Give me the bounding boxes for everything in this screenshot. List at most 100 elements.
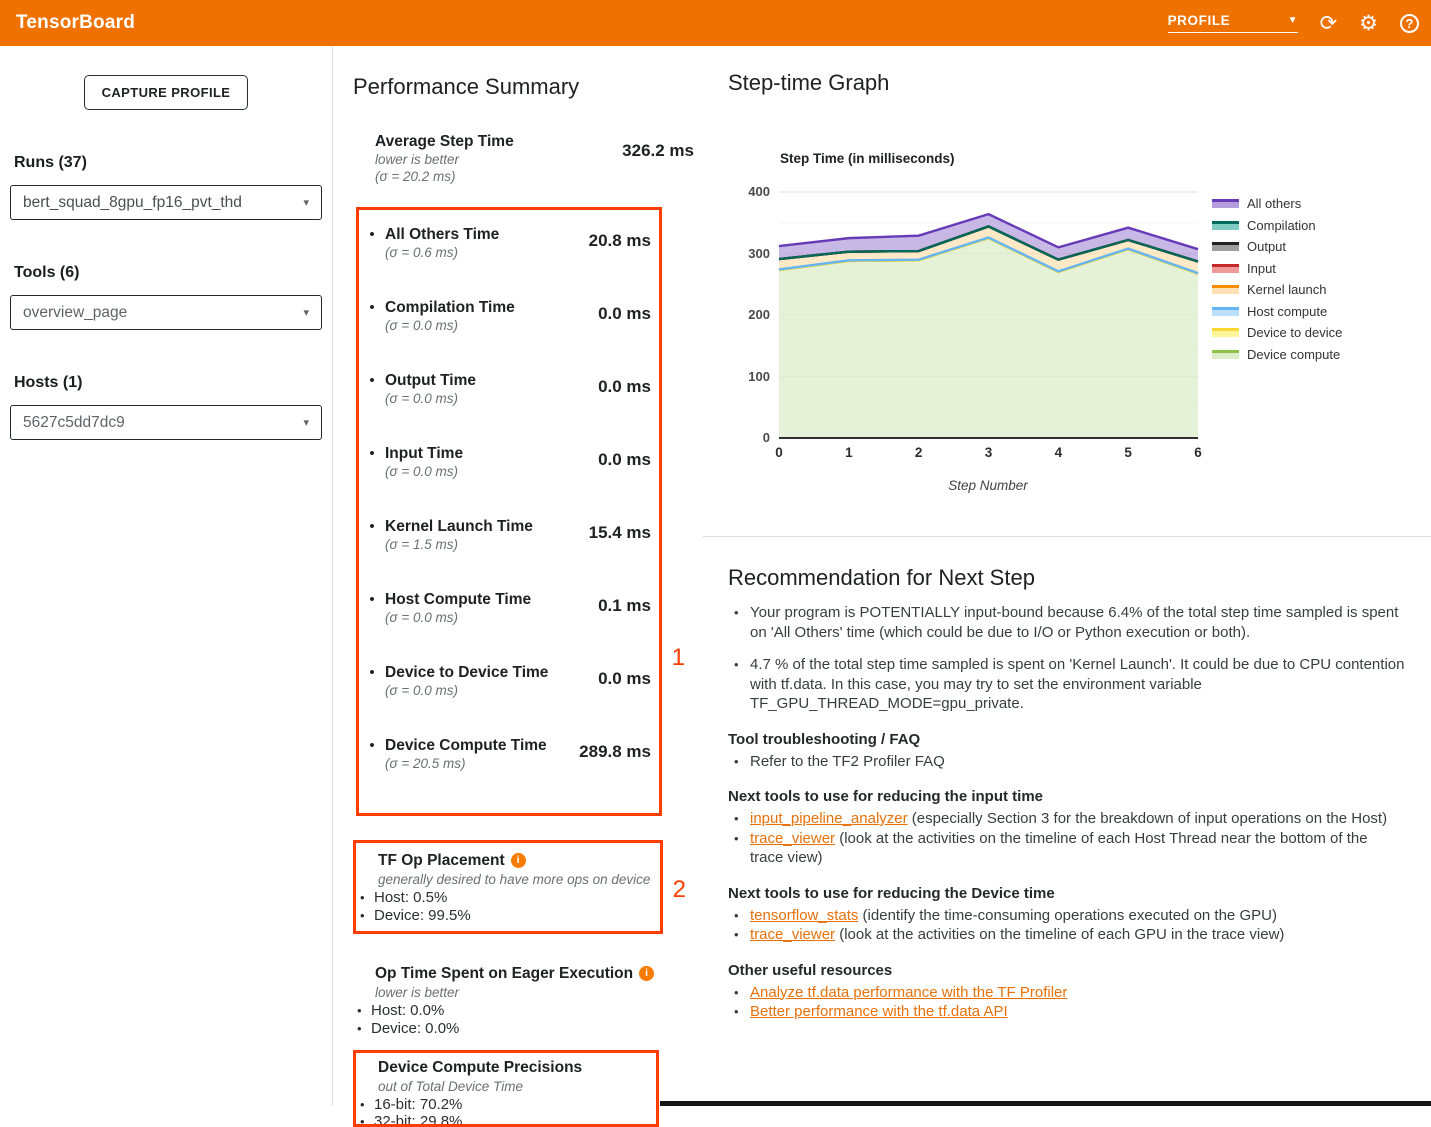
legend-item-kernel-launch: Kernel launch xyxy=(1212,279,1342,301)
step-time-graph-title: Step-time Graph xyxy=(728,70,889,96)
help-icon[interactable]: ? xyxy=(1400,14,1419,33)
rec-section-item: trace_viewer (look at the activities on … xyxy=(728,925,1405,945)
legend-label: Device to device xyxy=(1247,325,1342,340)
eager-title: Op Time Spent on Eager Executioni xyxy=(353,964,655,984)
perf-item-compilation: • Compilation Time (σ = 0.0 ms) 0.0 ms xyxy=(359,298,651,334)
precision-16bit: 16-bit: 70.2% xyxy=(356,1096,648,1113)
metric-sigma: (σ = 0.0 ms) xyxy=(385,317,556,334)
eager-subtitle: lower is better xyxy=(353,984,655,1001)
runs-label: Runs (37) xyxy=(10,154,322,172)
y-tick-label: 200 xyxy=(726,307,770,322)
tools-dropdown[interactable]: overview_page ▾ xyxy=(10,295,322,330)
rec-link-better-performance-with-the-tf-data-api[interactable]: Better performance with the tf.data API xyxy=(750,1003,1008,1020)
y-tick-label: 300 xyxy=(726,246,770,261)
metric-subtitle: lower is better xyxy=(375,151,599,168)
gear-icon[interactable]: ⚙ xyxy=(1359,13,1378,34)
tf-op-placement-host: Host: 0.5% xyxy=(356,889,652,907)
refresh-icon[interactable]: ⟳ xyxy=(1320,13,1338,34)
metric-sigma: (σ = 0.0 ms) xyxy=(385,609,556,626)
rec-section-item: Analyze tf.data performance with the TF … xyxy=(728,983,1405,1003)
info-icon[interactable]: i xyxy=(511,853,526,868)
rec-link-trace-viewer[interactable]: trace_viewer xyxy=(750,830,835,847)
legend-label: Kernel launch xyxy=(1247,282,1327,297)
legend-label: Output xyxy=(1247,239,1286,254)
legend-item-output: Output xyxy=(1212,236,1342,258)
legend-label: All others xyxy=(1247,196,1301,211)
legend-item-all-others: All others xyxy=(1212,193,1342,215)
recommendation-title: Recommendation for Next Step xyxy=(728,565,1405,591)
rec-link-trace-viewer[interactable]: trace_viewer xyxy=(750,926,835,943)
eager-device: Device: 0.0% xyxy=(353,1020,655,1038)
annotation-number-1: 1 xyxy=(672,644,685,672)
metric-value: 20.8 ms xyxy=(556,231,651,251)
capture-profile-button[interactable]: CAPTURE PROFILE xyxy=(84,75,249,110)
metric-sigma: (σ = 0.0 ms) xyxy=(385,682,556,699)
performance-summary-title: Performance Summary xyxy=(353,74,702,100)
chevron-down-icon: ▾ xyxy=(303,306,309,319)
legend-item-device-to-device: Device to device xyxy=(1212,322,1342,344)
annotation-box-2: TF Op Placementi generally desired to ha… xyxy=(353,840,663,934)
rec-section-item: trace_viewer (look at the activities on … xyxy=(728,829,1405,868)
legend-label: Device compute xyxy=(1247,347,1340,362)
step-time-chart-plot[interactable] xyxy=(778,191,1199,440)
recommendation-card: Recommendation for Next Step Your progra… xyxy=(703,537,1431,1022)
y-tick-label: 0 xyxy=(726,430,770,445)
perf-item-all-others: • All Others Time (σ = 0.6 ms) 20.8 ms xyxy=(359,225,651,261)
bottom-section-edge xyxy=(660,1101,1431,1106)
perf-item-device-compute: • Device Compute Time (σ = 20.5 ms) 289.… xyxy=(359,736,651,772)
metric-title: Compilation Time xyxy=(385,298,556,317)
dashboard-selector-dropdown[interactable]: PROFILE ▼ xyxy=(1168,13,1298,33)
metric-title: Average Step Time xyxy=(375,132,599,151)
metric-value: 326.2 ms xyxy=(599,141,694,161)
rec-link-tensorflow-stats[interactable]: tensorflow_stats xyxy=(750,907,858,924)
metric-title: Input Time xyxy=(385,444,556,463)
tf-op-placement-subtitle: generally desired to have more ops on de… xyxy=(356,871,652,888)
legend-label: Input xyxy=(1247,261,1276,276)
metric-title: Host Compute Time xyxy=(385,590,556,609)
rec-item-text: (look at the activities on the timeline … xyxy=(835,926,1284,943)
y-tick-label: 100 xyxy=(726,369,770,384)
chevron-down-icon: ▾ xyxy=(303,416,309,429)
chevron-down-icon: ▼ xyxy=(1288,15,1298,26)
runs-dropdown[interactable]: bert_squad_8gpu_fp16_pvt_thd ▾ xyxy=(10,185,322,220)
rec-section-item: Refer to the TF2 Profiler FAQ xyxy=(728,752,1405,772)
rec-item-text: (look at the activities on the timeline … xyxy=(750,830,1368,867)
metric-value: 289.8 ms xyxy=(556,742,651,762)
hosts-dropdown[interactable]: 5627c5dd7dc9 ▾ xyxy=(10,405,322,440)
recommendation-sections: Tool troubleshooting / FAQRefer to the T… xyxy=(728,730,1405,1022)
metric-title: Device Compute Time xyxy=(385,736,556,755)
perf-item-device-to-device: • Device to Device Time (σ = 0.0 ms) 0.0… xyxy=(359,663,651,699)
eager-host: Host: 0.0% xyxy=(353,1002,655,1020)
perf-item-kernel-launch: • Kernel Launch Time (σ = 1.5 ms) 15.4 m… xyxy=(359,517,651,553)
app-title: TensorBoard xyxy=(0,12,135,34)
info-icon[interactable]: i xyxy=(639,966,654,981)
metric-sigma: (σ = 20.2 ms) xyxy=(375,168,599,185)
legend-item-input: Input xyxy=(1212,258,1342,280)
metric-value: 0.0 ms xyxy=(556,304,651,324)
perf-item-output: • Output Time (σ = 0.0 ms) 0.0 ms xyxy=(359,371,651,407)
metric-title: Kernel Launch Time xyxy=(385,517,556,536)
x-tick-label: 0 xyxy=(764,445,794,460)
metric-sigma: (σ = 0.6 ms) xyxy=(385,244,556,261)
rec-section-heading: Other useful resources xyxy=(728,961,1405,980)
sidebar: CAPTURE PROFILE Runs (37) bert_squad_8gp… xyxy=(0,46,333,1106)
legend-item-compilation: Compilation xyxy=(1212,215,1342,237)
legend-swatch xyxy=(1212,242,1239,251)
metric-value: 0.1 ms xyxy=(556,596,651,616)
rec-item-text: (identify the time-consuming operations … xyxy=(858,907,1277,924)
annotation-number-2: 2 xyxy=(673,876,686,904)
metric-sigma: (σ = 0.0 ms) xyxy=(385,463,556,480)
dashboard-selector-label: PROFILE xyxy=(1168,13,1231,28)
rec-link-input-pipeline-analyzer[interactable]: input_pipeline_analyzer xyxy=(750,810,908,827)
tf-op-placement-device: Device: 99.5% xyxy=(356,907,652,925)
perf-item-input: • Input Time (σ = 0.0 ms) 0.0 ms xyxy=(359,444,651,480)
metric-title: All Others Time xyxy=(385,225,556,244)
rec-link-analyze-tf-data-performance-with-the-tf-profiler[interactable]: Analyze tf.data performance with the TF … xyxy=(750,984,1067,1001)
annotation-box-1: • All Others Time (σ = 0.6 ms) 20.8 ms •… xyxy=(356,207,662,816)
rec-section-heading: Next tools to use for reducing the Devic… xyxy=(728,884,1405,903)
app-header: TensorBoard PROFILE ▼ ⟳ ⚙ ? xyxy=(0,0,1431,46)
x-tick-label: 6 xyxy=(1183,445,1213,460)
hosts-dropdown-value: 5627c5dd7dc9 xyxy=(23,414,125,432)
perf-item-host-compute: • Host Compute Time (σ = 0.0 ms) 0.1 ms xyxy=(359,590,651,626)
legend-swatch xyxy=(1212,350,1239,359)
